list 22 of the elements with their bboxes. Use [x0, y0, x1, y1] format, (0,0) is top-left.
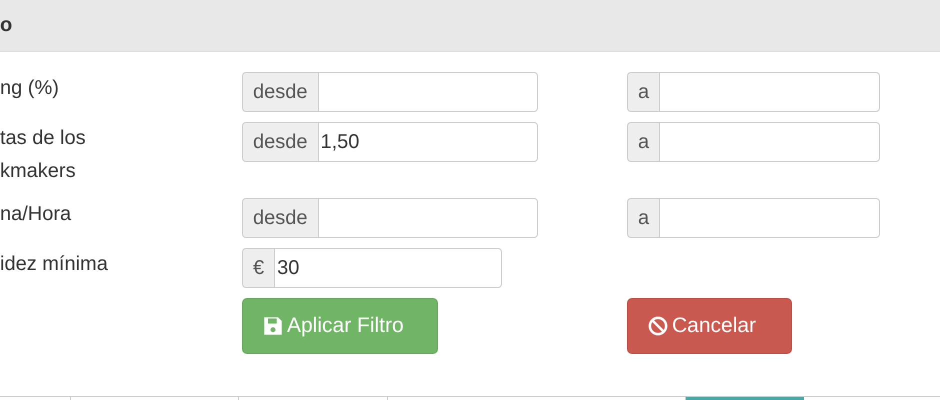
input-field[interactable]: [659, 72, 880, 112]
input-field[interactable]: [659, 122, 880, 162]
filter-label: na/Hora: [0, 202, 72, 227]
input-addon: €: [242, 248, 274, 288]
input-addon: a: [627, 122, 660, 162]
save-icon: [263, 316, 283, 336]
input-field[interactable]: [318, 198, 538, 238]
input-field[interactable]: [318, 72, 538, 112]
filter-label: idez mínima: [0, 252, 109, 277]
filter-label: ng (%): [0, 76, 60, 101]
input-addon: a: [627, 198, 660, 238]
input-field[interactable]: [659, 198, 880, 238]
input-addon: desde: [242, 72, 318, 112]
cancel-button[interactable]: Cancelar: [627, 298, 792, 354]
input-addon: a: [627, 72, 660, 112]
filter-label: tas de los kmakers: [0, 126, 87, 184]
cancel-icon: [648, 316, 668, 336]
input-addon: desde: [242, 122, 318, 162]
panel-title: o: [0, 14, 12, 37]
input-field[interactable]: 1,50: [318, 122, 538, 162]
input-field[interactable]: 30: [274, 248, 502, 288]
input-addon: desde: [242, 198, 318, 238]
